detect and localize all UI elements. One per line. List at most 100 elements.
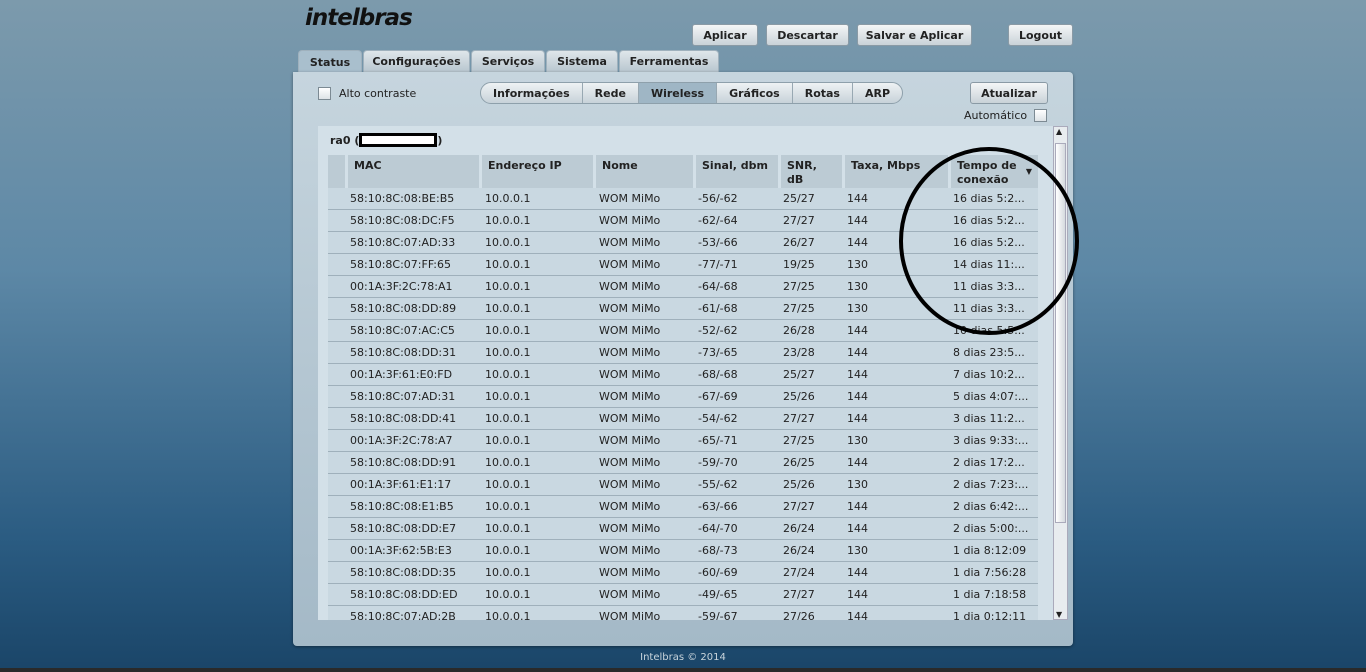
scroll-down-icon[interactable]: ▼	[1056, 610, 1062, 619]
table-row[interactable]: 58:10:8C:08:DD:ED 10.0.0.1 WOM MiMo -49/-65…	[328, 584, 1038, 606]
header-name[interactable]: Nome	[596, 155, 696, 188]
cell-uptime: 1 dia 7:18:58	[953, 588, 1027, 601]
cell-snr: 27/25	[783, 434, 815, 447]
cell-signal: -59/-67	[698, 610, 738, 620]
high-contrast-checkbox[interactable]	[318, 87, 331, 100]
cell-name: WOM MiMo	[599, 610, 661, 620]
cell-ip: 10.0.0.1	[485, 368, 531, 381]
cell-rate: 144	[847, 412, 868, 425]
cell-signal: -49/-65	[698, 588, 738, 601]
cell-signal: -53/-66	[698, 236, 738, 249]
cell-mac: 00:1A:3F:2C:78:A7	[350, 434, 453, 447]
cell-snr: 26/28	[783, 324, 815, 337]
cell-ip: 10.0.0.1	[485, 280, 531, 293]
table-row[interactable]: 58:10:8C:08:DD:35 10.0.0.1 WOM MiMo -60/-69…	[328, 562, 1038, 584]
tab-configuracoes[interactable]: Configurações	[363, 50, 470, 72]
discard-button[interactable]: Descartar	[766, 24, 849, 46]
subtab-graficos[interactable]: Gráficos	[717, 83, 793, 103]
cell-name: WOM MiMo	[599, 412, 661, 425]
cell-name: WOM MiMo	[599, 522, 661, 535]
cell-signal: -54/-62	[698, 412, 738, 425]
table-row[interactable]: 00:1A:3F:62:5B:E3 10.0.0.1 WOM MiMo -68/-73…	[328, 540, 1038, 562]
cell-mac: 00:1A:3F:61:E1:17	[350, 478, 452, 491]
cell-name: WOM MiMo	[599, 302, 661, 315]
cell-name: WOM MiMo	[599, 280, 661, 293]
tab-servicos[interactable]: Serviços	[471, 50, 545, 72]
header-signal[interactable]: Sinal, dbm	[696, 155, 781, 188]
cell-mac: 58:10:8C:08:DD:89	[350, 302, 457, 315]
cell-rate: 130	[847, 280, 868, 293]
logout-button[interactable]: Logout	[1008, 24, 1073, 46]
cell-signal: -59/-70	[698, 456, 738, 469]
cell-signal: -55/-62	[698, 478, 738, 491]
cell-mac: 00:1A:3F:61:E0:FD	[350, 368, 453, 381]
cell-ip: 10.0.0.1	[485, 324, 531, 337]
cell-snr: 27/27	[783, 214, 815, 227]
scroll-up-icon[interactable]: ▲	[1056, 127, 1062, 136]
subtab-rede[interactable]: Rede	[583, 83, 639, 103]
cell-rate: 144	[847, 500, 868, 513]
refresh-button[interactable]: Atualizar	[970, 82, 1048, 104]
table-row[interactable]: 00:1A:3F:2C:78:A7 10.0.0.1 WOM MiMo -65/-71…	[328, 430, 1038, 452]
cell-mac: 58:10:8C:08:DD:E7	[350, 522, 457, 535]
cell-mac: 58:10:8C:08:BE:B5	[350, 192, 455, 205]
cell-signal: -68/-73	[698, 544, 738, 557]
cell-mac: 58:10:8C:08:DD:91	[350, 456, 457, 469]
cell-ip: 10.0.0.1	[485, 456, 531, 469]
cell-uptime: 7 dias 10:2...	[953, 368, 1025, 381]
table-row[interactable]: 58:10:8C:08:DD:41 10.0.0.1 WOM MiMo -54/-62…	[328, 408, 1038, 430]
cell-mac: 58:10:8C:08:DD:ED	[350, 588, 458, 601]
cell-rate: 130	[847, 478, 868, 491]
cell-uptime: 1 dia 7:56:28	[953, 566, 1027, 579]
cell-signal: -61/-68	[698, 302, 738, 315]
cell-snr: 27/27	[783, 500, 815, 513]
subtab-bar: Informações Rede Wireless Gráficos Rotas…	[480, 82, 904, 104]
intelbras-logo: intelbras	[305, 5, 413, 31]
cell-snr: 26/25	[783, 456, 815, 469]
cell-signal: -60/-69	[698, 566, 738, 579]
cell-mac: 58:10:8C:08:DC:F5	[350, 214, 455, 227]
subtab-arp[interactable]: ARP	[853, 83, 902, 103]
cell-ip: 10.0.0.1	[485, 192, 531, 205]
cell-ip: 10.0.0.1	[485, 588, 531, 601]
redacted-ssid	[359, 133, 438, 147]
table-row[interactable]: 58:10:8C:08:E1:B5 10.0.0.1 WOM MiMo -63/-66…	[328, 496, 1038, 518]
cell-snr: 19/25	[783, 258, 815, 271]
table-row[interactable]: 58:10:8C:08:DD:E7 10.0.0.1 WOM MiMo -64/-70…	[328, 518, 1038, 540]
cell-snr: 27/25	[783, 280, 815, 293]
header-mac[interactable]: MAC	[348, 155, 482, 188]
subtab-informacoes[interactable]: Informações	[481, 83, 583, 103]
table-row[interactable]: 58:10:8C:07:AD:31 10.0.0.1 WOM MiMo -67/-69…	[328, 386, 1038, 408]
cell-mac: 00:1A:3F:2C:78:A1	[350, 280, 453, 293]
cell-ip: 10.0.0.1	[485, 434, 531, 447]
taskbar-strip	[0, 668, 1366, 672]
cell-ip: 10.0.0.1	[485, 610, 531, 620]
save-apply-button[interactable]: Salvar e Aplicar	[857, 24, 972, 46]
table-row[interactable]: 58:10:8C:08:DD:31 10.0.0.1 WOM MiMo -73/-65…	[328, 342, 1038, 364]
header-snr[interactable]: SNR, dB	[781, 155, 845, 188]
apply-button[interactable]: Aplicar	[692, 24, 758, 46]
cell-rate: 144	[847, 214, 868, 227]
table-row[interactable]: 00:1A:3F:61:E1:17 10.0.0.1 WOM MiMo -55/-62…	[328, 474, 1038, 496]
cell-uptime: 2 dias 5:00:...	[953, 522, 1029, 535]
table-row[interactable]: 00:1A:3F:61:E0:FD 10.0.0.1 WOM MiMo -68/-68…	[328, 364, 1038, 386]
automatic-checkbox[interactable]	[1034, 109, 1047, 122]
tab-sistema[interactable]: Sistema	[546, 50, 618, 72]
automatic-label: Automático	[964, 109, 1028, 122]
tab-ferramentas[interactable]: Ferramentas	[619, 50, 719, 72]
annotation-circle	[899, 147, 1079, 335]
cell-mac: 58:10:8C:08:DD:41	[350, 412, 457, 425]
cell-name: WOM MiMo	[599, 456, 661, 469]
cell-name: WOM MiMo	[599, 500, 661, 513]
subtab-wireless[interactable]: Wireless	[638, 83, 718, 103]
cell-rate: 130	[847, 302, 868, 315]
header-ip[interactable]: Endereço IP	[482, 155, 596, 188]
tab-status[interactable]: Status	[298, 50, 362, 73]
cell-signal: -67/-69	[698, 390, 738, 403]
table-row[interactable]: 58:10:8C:07:AD:2B 10.0.0.1 WOM MiMo -59/-67…	[328, 606, 1038, 620]
cell-name: WOM MiMo	[599, 390, 661, 403]
cell-rate: 144	[847, 236, 868, 249]
subtab-rotas[interactable]: Rotas	[793, 83, 853, 103]
table-row[interactable]: 58:10:8C:08:DD:91 10.0.0.1 WOM MiMo -59/-70…	[328, 452, 1038, 474]
cell-snr: 25/27	[783, 368, 815, 381]
